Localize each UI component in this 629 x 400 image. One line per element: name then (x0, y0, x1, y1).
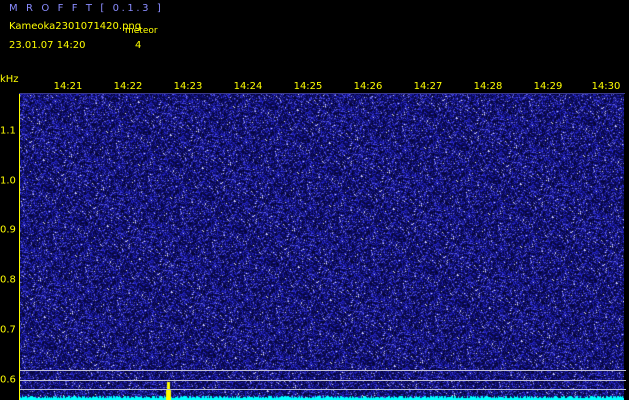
time-axis-line (19, 93, 625, 94)
meteor-label: meteor (125, 26, 158, 36)
spectrogram-window: M R O F F T [ 0.1.3 ] Kameoka2301071420.… (0, 0, 629, 400)
time-tick: 14:29 (533, 81, 563, 92)
time-tick: 14:21 (53, 81, 83, 92)
frequency-tick: 0.9 (0, 224, 16, 236)
frequency-tick: 0.6 (0, 374, 16, 386)
frequency-tick: 0.8 (0, 274, 16, 286)
frequency-unit-label: kHz (0, 74, 19, 85)
frequency-tick: 0.7 (0, 324, 16, 336)
reference-line (20, 380, 626, 381)
file-name: Kameoka2301071420.png (9, 21, 142, 32)
spectrogram-canvas (20, 94, 624, 400)
time-tick: 14:30 (591, 81, 621, 92)
reference-line (20, 389, 626, 390)
timestamp: 23.01.07 14:20 (9, 40, 86, 51)
time-tick: 14:28 (473, 81, 503, 92)
time-tick: 14:24 (233, 81, 263, 92)
time-tick: 14:27 (413, 81, 443, 92)
reference-line (20, 370, 626, 371)
time-tick: 14:23 (173, 81, 203, 92)
time-tick: 14:25 (293, 81, 323, 92)
frequency-tick: 1.0 (0, 175, 16, 187)
time-tick: 14:22 (113, 81, 143, 92)
meteor-count: 4 (135, 40, 142, 51)
frequency-axis-line (19, 94, 20, 400)
frequency-tick: 1.1 (0, 125, 16, 137)
app-title: M R O F F T [ 0.1.3 ] (9, 3, 164, 14)
time-tick: 14:26 (353, 81, 383, 92)
